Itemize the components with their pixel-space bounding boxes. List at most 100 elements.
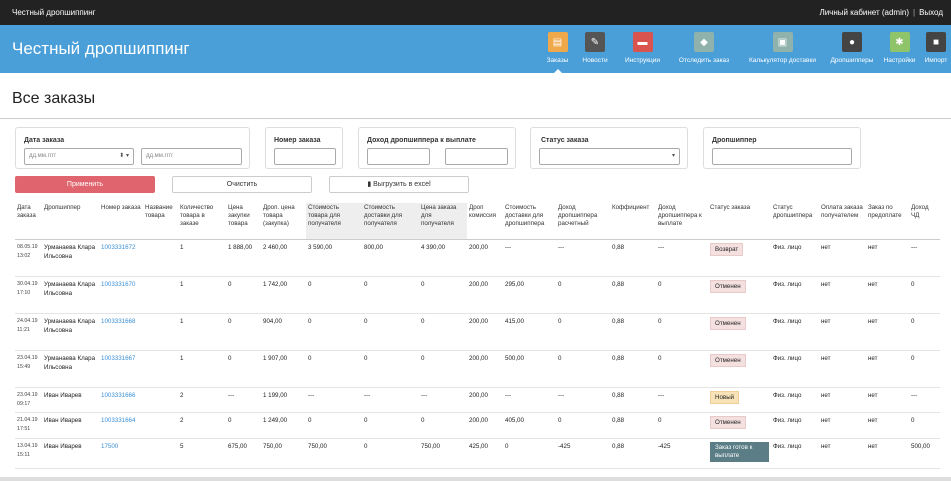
cell-delivery_recipient: --- <box>362 387 419 413</box>
table-row[interactable]: 08.05.19 13:02 Урманаева Клара Ильсовна 10… <box>15 239 940 277</box>
cell-number[interactable]: 1003331664 <box>99 412 143 439</box>
cell-number[interactable]: 1003331666 <box>99 387 143 413</box>
table-row[interactable]: 23.04.19 09:17 Иван Иварев 1003331666 2 --- 1… <box>15 387 940 413</box>
cell-drop_status: Физ. лицо <box>771 350 819 388</box>
nav-item-1[interactable]: ✎ Новости <box>574 25 616 73</box>
income-from-input[interactable] <box>367 148 430 165</box>
column-header[interactable]: Оплата заказа получателем <box>819 203 866 240</box>
status-badge: Возврат <box>710 242 744 256</box>
date-spin-icon[interactable]: ⬍ ▾ <box>119 149 129 164</box>
cell-status: Возврат <box>708 239 771 277</box>
nav-item-2[interactable]: ▬ Инструкции <box>616 25 669 73</box>
cell-income_calc: 0 <box>556 313 610 351</box>
column-header[interactable]: Количество товара в заказе <box>178 203 226 240</box>
column-header[interactable]: Доход дропшиппера к выплате <box>656 203 708 240</box>
status-badge: Новый <box>710 390 740 404</box>
logout-link[interactable]: Выход <box>919 8 943 17</box>
cabinet-link[interactable]: Личный кабинет (admin) <box>819 8 909 17</box>
cell-income_calc: --- <box>556 239 610 277</box>
cell-income_calc: 0 <box>556 276 610 314</box>
top-bar: Честный дропшиппинг Личный кабинет (admi… <box>0 0 951 25</box>
column-header[interactable]: Заказ по предоплате <box>866 203 909 240</box>
cell-income_hd: 0 <box>909 412 940 439</box>
topbar-brand-link[interactable]: Честный дропшиппинг <box>12 8 96 17</box>
column-header[interactable]: Статус заказа <box>708 203 771 240</box>
cell-income_pay: -425 <box>656 438 708 469</box>
cell-paid: нет <box>819 387 866 413</box>
nav-item-3[interactable]: ◆ Отследить заказ <box>669 25 739 73</box>
cell-order_price: --- <box>419 387 467 413</box>
cell-drop_status: Физ. лицо <box>771 412 819 439</box>
column-header[interactable]: Название товара <box>143 203 178 240</box>
column-header[interactable]: Стоимость доставки для получателя <box>362 203 419 240</box>
nav-item-label: Инструкции <box>624 57 661 64</box>
order-status-select[interactable]: ▾ <box>539 148 680 165</box>
export-label: Выгрузить в excel <box>373 181 431 188</box>
date-from-input[interactable]: дд.мм.гггг ⬍ ▾ <box>24 148 134 165</box>
filter-income-label: Доход дропшиппера к выплате <box>367 137 476 144</box>
table-row[interactable]: 30.04.19 17:10 Урманаева Клара Ильсовна 10… <box>15 276 940 314</box>
cell-coef: 0,88 <box>610 239 656 277</box>
table-row[interactable]: 21.04.19 17:51 Иван Иварев 1003331664 2 0 1 2… <box>15 412 940 439</box>
cell-delivery_recipient: 0 <box>362 350 419 388</box>
filter-number: Номер заказа <box>265 127 343 169</box>
nav-item-5[interactable]: ● Дропшипперы <box>826 25 878 73</box>
cell-number[interactable]: 1003331672 <box>99 239 143 277</box>
column-header[interactable]: Цена заказа для получателя <box>419 203 467 240</box>
cell-number[interactable]: 17500 <box>99 438 143 469</box>
apply-button[interactable]: Применить <box>15 176 155 193</box>
site-title[interactable]: Честный дропшиппинг <box>12 39 190 59</box>
cell-number[interactable]: 1003331670 <box>99 276 143 314</box>
nav-item-4[interactable]: ▣ Калькулятор доставки <box>739 25 826 73</box>
column-header[interactable]: Стоимость товара для получателя <box>306 203 362 240</box>
date-to-input[interactable]: дд.мм.гггг <box>141 148 242 165</box>
cell-number[interactable]: 1003331668 <box>99 313 143 351</box>
nav-item-label: Отследить заказ <box>678 57 730 64</box>
column-header[interactable]: Статус дропшиппера <box>771 203 819 240</box>
column-header[interactable]: Номер заказа <box>99 203 143 240</box>
table-body: 08.05.19 13:02 Урманаева Клара Ильсовна 10… <box>15 239 940 469</box>
order-number-input[interactable] <box>274 148 336 165</box>
topbar-separator: | <box>912 8 916 17</box>
export-excel-button[interactable]: ▮ Выгрузить в excel <box>329 176 469 193</box>
column-header[interactable]: Доход ЧД <box>909 203 940 240</box>
column-header[interactable]: Дроп. цена товара (закупка) <box>261 203 306 240</box>
nav-item-7[interactable]: ■ Импорт <box>921 25 951 73</box>
cell-commission: 200,00 <box>467 387 503 413</box>
column-header[interactable]: Дропшиппер <box>42 203 99 240</box>
cell-drop_status: Физ. лицо <box>771 276 819 314</box>
nav-item-0[interactable]: ▤ Заказы <box>541 25 574 73</box>
column-header[interactable]: Коффициент <box>610 203 656 240</box>
cell-price_recipient: 0 <box>306 412 362 439</box>
news-icon: ✎ <box>585 32 605 52</box>
dropshipper-input[interactable] <box>712 148 852 165</box>
divider <box>0 118 951 119</box>
cell-prepaid: нет <box>866 412 909 439</box>
cell-commission: 200,00 <box>467 412 503 439</box>
cell-delivery_recipient: 0 <box>362 276 419 314</box>
cell-number[interactable]: 1003331667 <box>99 350 143 388</box>
calculator-icon: ▣ <box>772 32 793 52</box>
cell-buy: 0 <box>226 276 261 314</box>
cell-paid: нет <box>819 350 866 388</box>
column-header[interactable]: Цена закупки товара <box>226 203 261 240</box>
income-to-input[interactable] <box>445 148 508 165</box>
column-header[interactable]: Стоимость доставки для дропшиппера <box>503 203 556 240</box>
nav-item-6[interactable]: ✱ Настройки <box>878 25 921 73</box>
cell-buy: 1 888,00 <box>226 239 261 277</box>
horizontal-scrollbar[interactable] <box>0 477 951 481</box>
cell-order_price: 750,00 <box>419 438 467 469</box>
column-header[interactable]: Дроп комиссия <box>467 203 503 240</box>
cell-qty: 1 <box>178 276 226 314</box>
column-header[interactable]: Доход дропшиппера расчетный <box>556 203 610 240</box>
column-header[interactable]: Дата заказа <box>15 203 42 240</box>
cell-drop_status: Физ. лицо <box>771 438 819 469</box>
app-window: Честный дропшиппинг Личный кабинет (admi… <box>0 0 951 481</box>
table-row[interactable]: 23.04.19 15:49 Урманаева Клара Ильсовна 10… <box>15 350 940 388</box>
clear-button[interactable]: Очистить <box>172 176 312 193</box>
table-row[interactable]: 13.04.19 15:11 Иван Иварев 17500 5 675,00 750… <box>15 438 940 469</box>
cell-income_calc: 0 <box>556 412 610 439</box>
table-row[interactable]: 24.04.19 11:21 Урманаева Клара Ильсовна 10… <box>15 313 940 351</box>
cell-income_pay: --- <box>656 387 708 413</box>
filter-dropshipper: Дропшиппер <box>703 127 861 169</box>
